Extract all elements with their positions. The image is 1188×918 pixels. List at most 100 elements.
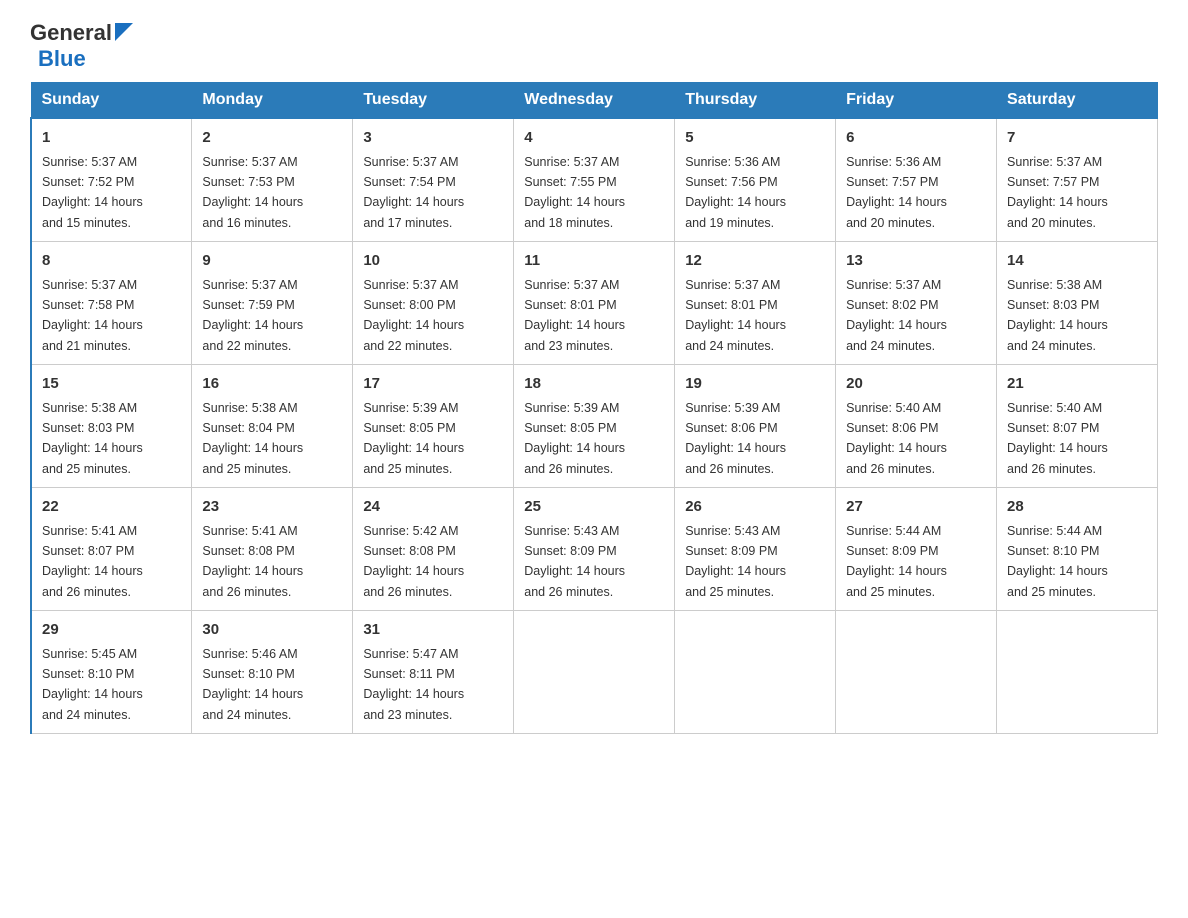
day-number: 26 bbox=[685, 496, 825, 519]
day-info: Sunrise: 5:44 AMSunset: 8:09 PMDaylight:… bbox=[846, 524, 947, 599]
page-header: General Blue bbox=[30, 20, 1158, 72]
day-number: 13 bbox=[846, 250, 986, 273]
calendar-cell: 13 Sunrise: 5:37 AMSunset: 8:02 PMDayligh… bbox=[836, 242, 997, 365]
day-number: 17 bbox=[363, 373, 503, 396]
day-info: Sunrise: 5:39 AMSunset: 8:06 PMDaylight:… bbox=[685, 401, 786, 476]
calendar-cell bbox=[997, 611, 1158, 734]
day-info: Sunrise: 5:38 AMSunset: 8:03 PMDaylight:… bbox=[1007, 278, 1108, 353]
day-info: Sunrise: 5:45 AMSunset: 8:10 PMDaylight:… bbox=[42, 647, 143, 722]
calendar-cell: 31 Sunrise: 5:47 AMSunset: 8:11 PMDayligh… bbox=[353, 611, 514, 734]
day-info: Sunrise: 5:37 AMSunset: 7:52 PMDaylight:… bbox=[42, 155, 143, 230]
day-number: 14 bbox=[1007, 250, 1147, 273]
day-number: 23 bbox=[202, 496, 342, 519]
day-info: Sunrise: 5:38 AMSunset: 8:04 PMDaylight:… bbox=[202, 401, 303, 476]
calendar-cell: 1 Sunrise: 5:37 AMSunset: 7:52 PMDaylight… bbox=[31, 118, 192, 242]
calendar-week-5: 29 Sunrise: 5:45 AMSunset: 8:10 PMDayligh… bbox=[31, 611, 1158, 734]
day-number: 21 bbox=[1007, 373, 1147, 396]
day-info: Sunrise: 5:40 AMSunset: 8:06 PMDaylight:… bbox=[846, 401, 947, 476]
calendar-cell: 29 Sunrise: 5:45 AMSunset: 8:10 PMDayligh… bbox=[31, 611, 192, 734]
calendar-table: SundayMondayTuesdayWednesdayThursdayFrid… bbox=[30, 82, 1158, 734]
logo-text-blue: Blue bbox=[38, 46, 86, 71]
day-info: Sunrise: 5:37 AMSunset: 7:59 PMDaylight:… bbox=[202, 278, 303, 353]
calendar-cell: 28Sunrise: 5:44 AMSunset: 8:10 PMDayligh… bbox=[997, 488, 1158, 611]
day-info: Sunrise: 5:47 AMSunset: 8:11 PMDaylight:… bbox=[363, 647, 464, 722]
calendar-cell: 23Sunrise: 5:41 AMSunset: 8:08 PMDayligh… bbox=[192, 488, 353, 611]
day-info: Sunrise: 5:42 AMSunset: 8:08 PMDaylight:… bbox=[363, 524, 464, 599]
calendar-cell: 19Sunrise: 5:39 AMSunset: 8:06 PMDayligh… bbox=[675, 365, 836, 488]
weekday-header-saturday: Saturday bbox=[997, 83, 1158, 119]
day-info: Sunrise: 5:36 AMSunset: 7:56 PMDaylight:… bbox=[685, 155, 786, 230]
day-info: Sunrise: 5:37 AMSunset: 7:54 PMDaylight:… bbox=[363, 155, 464, 230]
day-number: 9 bbox=[202, 250, 342, 273]
calendar-cell: 18 Sunrise: 5:39 AMSunset: 8:05 PMDayligh… bbox=[514, 365, 675, 488]
day-number: 7 bbox=[1007, 127, 1147, 150]
day-info: Sunrise: 5:43 AMSunset: 8:09 PMDaylight:… bbox=[685, 524, 786, 599]
day-number: 4 bbox=[524, 127, 664, 150]
calendar-cell: 8 Sunrise: 5:37 AMSunset: 7:58 PMDaylight… bbox=[31, 242, 192, 365]
day-number: 11 bbox=[524, 250, 664, 273]
day-number: 30 bbox=[202, 619, 342, 642]
day-number: 31 bbox=[363, 619, 503, 642]
weekday-header-wednesday: Wednesday bbox=[514, 83, 675, 119]
calendar-week-3: 15 Sunrise: 5:38 AMSunset: 8:03 PMDayligh… bbox=[31, 365, 1158, 488]
day-info: Sunrise: 5:46 AMSunset: 8:10 PMDaylight:… bbox=[202, 647, 303, 722]
calendar-cell: 15 Sunrise: 5:38 AMSunset: 8:03 PMDayligh… bbox=[31, 365, 192, 488]
calendar-cell: 26 Sunrise: 5:43 AMSunset: 8:09 PMDayligh… bbox=[675, 488, 836, 611]
day-number: 1 bbox=[42, 127, 181, 150]
calendar-cell: 30 Sunrise: 5:46 AMSunset: 8:10 PMDayligh… bbox=[192, 611, 353, 734]
calendar-week-1: 1 Sunrise: 5:37 AMSunset: 7:52 PMDaylight… bbox=[31, 118, 1158, 242]
day-number: 3 bbox=[363, 127, 503, 150]
day-number: 29 bbox=[42, 619, 181, 642]
calendar-cell: 20 Sunrise: 5:40 AMSunset: 8:06 PMDayligh… bbox=[836, 365, 997, 488]
calendar-cell: 16 Sunrise: 5:38 AMSunset: 8:04 PMDayligh… bbox=[192, 365, 353, 488]
calendar-cell bbox=[675, 611, 836, 734]
day-info: Sunrise: 5:37 AMSunset: 7:53 PMDaylight:… bbox=[202, 155, 303, 230]
calendar-cell: 22 Sunrise: 5:41 AMSunset: 8:07 PMDayligh… bbox=[31, 488, 192, 611]
calendar-cell: 7 Sunrise: 5:37 AMSunset: 7:57 PMDaylight… bbox=[997, 118, 1158, 242]
day-number: 2 bbox=[202, 127, 342, 150]
day-info: Sunrise: 5:36 AMSunset: 7:57 PMDaylight:… bbox=[846, 155, 947, 230]
day-info: Sunrise: 5:37 AMSunset: 8:00 PMDaylight:… bbox=[363, 278, 464, 353]
calendar-cell: 27 Sunrise: 5:44 AMSunset: 8:09 PMDayligh… bbox=[836, 488, 997, 611]
day-number: 20 bbox=[846, 373, 986, 396]
calendar-week-2: 8 Sunrise: 5:37 AMSunset: 7:58 PMDaylight… bbox=[31, 242, 1158, 365]
weekday-header-thursday: Thursday bbox=[675, 83, 836, 119]
weekday-header-friday: Friday bbox=[836, 83, 997, 119]
day-number: 22 bbox=[42, 496, 181, 519]
day-info: Sunrise: 5:41 AMSunset: 8:07 PMDaylight:… bbox=[42, 524, 143, 599]
day-number: 15 bbox=[42, 373, 181, 396]
day-number: 12 bbox=[685, 250, 825, 273]
day-info: Sunrise: 5:39 AMSunset: 8:05 PMDaylight:… bbox=[363, 401, 464, 476]
day-number: 10 bbox=[363, 250, 503, 273]
weekday-header-monday: Monday bbox=[192, 83, 353, 119]
calendar-cell: 11 Sunrise: 5:37 AMSunset: 8:01 PMDayligh… bbox=[514, 242, 675, 365]
calendar-cell: 9 Sunrise: 5:37 AMSunset: 7:59 PMDaylight… bbox=[192, 242, 353, 365]
weekday-header-tuesday: Tuesday bbox=[353, 83, 514, 119]
calendar-cell: 21Sunrise: 5:40 AMSunset: 8:07 PMDayligh… bbox=[997, 365, 1158, 488]
day-info: Sunrise: 5:38 AMSunset: 8:03 PMDaylight:… bbox=[42, 401, 143, 476]
day-number: 27 bbox=[846, 496, 986, 519]
day-info: Sunrise: 5:37 AMSunset: 8:01 PMDaylight:… bbox=[524, 278, 625, 353]
calendar-cell bbox=[836, 611, 997, 734]
calendar-cell: 24 Sunrise: 5:42 AMSunset: 8:08 PMDayligh… bbox=[353, 488, 514, 611]
day-info: Sunrise: 5:44 AMSunset: 8:10 PMDaylight:… bbox=[1007, 524, 1108, 599]
day-info: Sunrise: 5:37 AMSunset: 7:57 PMDaylight:… bbox=[1007, 155, 1108, 230]
day-info: Sunrise: 5:43 AMSunset: 8:09 PMDaylight:… bbox=[524, 524, 625, 599]
day-number: 24 bbox=[363, 496, 503, 519]
calendar-cell: 17 Sunrise: 5:39 AMSunset: 8:05 PMDayligh… bbox=[353, 365, 514, 488]
day-info: Sunrise: 5:39 AMSunset: 8:05 PMDaylight:… bbox=[524, 401, 625, 476]
logo: General Blue bbox=[30, 20, 133, 72]
day-number: 6 bbox=[846, 127, 986, 150]
day-number: 18 bbox=[524, 373, 664, 396]
calendar-cell: 10 Sunrise: 5:37 AMSunset: 8:00 PMDayligh… bbox=[353, 242, 514, 365]
day-number: 16 bbox=[202, 373, 342, 396]
calendar-cell bbox=[514, 611, 675, 734]
calendar-cell: 14 Sunrise: 5:38 AMSunset: 8:03 PMDayligh… bbox=[997, 242, 1158, 365]
calendar-cell: 12Sunrise: 5:37 AMSunset: 8:01 PMDayligh… bbox=[675, 242, 836, 365]
day-number: 8 bbox=[42, 250, 181, 273]
logo-text-general: General bbox=[30, 20, 133, 46]
day-info: Sunrise: 5:37 AMSunset: 8:02 PMDaylight:… bbox=[846, 278, 947, 353]
day-info: Sunrise: 5:37 AMSunset: 7:58 PMDaylight:… bbox=[42, 278, 143, 353]
day-number: 25 bbox=[524, 496, 664, 519]
day-number: 5 bbox=[685, 127, 825, 150]
